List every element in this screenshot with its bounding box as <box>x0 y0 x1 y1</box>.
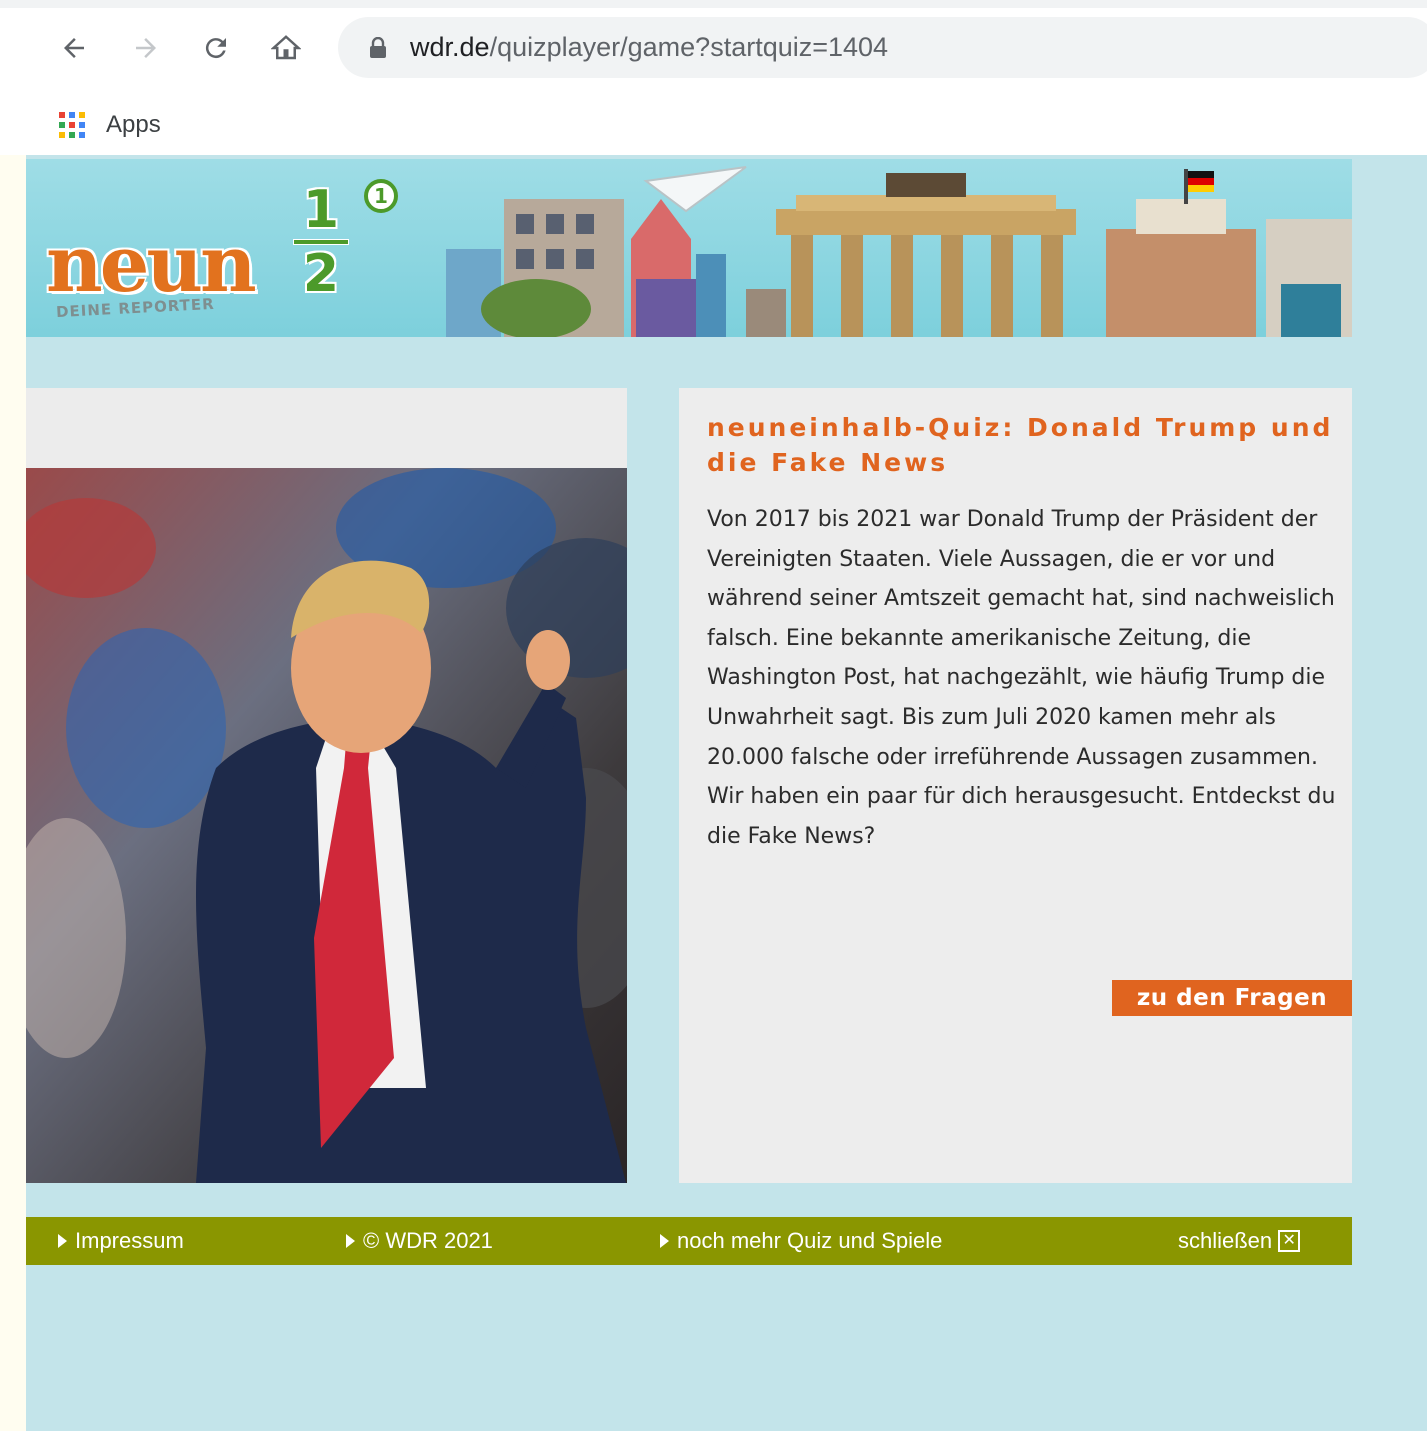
logo-word: neun <box>46 219 257 310</box>
impressum-link[interactable]: Impressum <box>58 1217 184 1265</box>
logo-numerator: 1 <box>302 180 340 240</box>
arrow-right-icon <box>136 38 156 58</box>
more-quizzes-label: noch mehr Quiz und Spiele <box>677 1228 943 1253</box>
quiz-image-panel <box>26 388 627 1183</box>
tab-strip-edge <box>0 0 1427 8</box>
url-path: /quizplayer/game?startquiz=1404 <box>489 32 889 62</box>
url-text: wdr.de/quizplayer/game?startquiz=1404 <box>410 32 888 63</box>
copyright-label: © WDR 2021 <box>363 1228 493 1253</box>
start-quiz-button[interactable]: zu den Fragen <box>1112 980 1352 1016</box>
quiz-info-panel: neuneinhalb-Quiz: Donald Trump und die F… <box>679 388 1352 1183</box>
copyright-link[interactable]: © WDR 2021 <box>346 1217 493 1265</box>
berlin-skyline-illustration <box>446 166 1352 337</box>
footer-bar: Impressum © WDR 2021 noch mehr Quiz und … <box>26 1217 1352 1265</box>
close-link[interactable]: schließen ✕ <box>1178 1217 1301 1265</box>
forward-button[interactable] <box>126 28 166 68</box>
home-button[interactable] <box>266 28 306 68</box>
bookmarks-bar: Apps <box>0 95 1427 155</box>
triangle-right-icon <box>58 1234 67 1248</box>
logo-denominator: 2 <box>302 244 340 304</box>
impressum-label: Impressum <box>75 1228 184 1253</box>
bookmark-apps[interactable]: Apps <box>106 111 161 139</box>
reload-icon <box>205 38 226 59</box>
site-banner: neun 1 2 1 DEINE REPORTER <box>26 159 1352 337</box>
address-bar[interactable]: wdr.de/quizplayer/game?startquiz=1404 <box>338 17 1427 78</box>
ard-logo-icon: 1 <box>364 179 398 213</box>
lock-icon <box>370 36 386 58</box>
close-label: schließen <box>1178 1228 1273 1253</box>
quiz-photo <box>26 468 627 1183</box>
page-content: neun 1 2 1 DEINE REPORTER neuneinhalb-Qu… <box>26 155 1427 1431</box>
apps-grid-icon <box>58 111 86 139</box>
triangle-right-icon <box>660 1234 669 1248</box>
quiz-description: Von 2017 bis 2021 war Donald Trump der P… <box>707 507 1336 849</box>
arrow-left-icon <box>64 38 84 58</box>
close-icon: ✕ <box>1278 1230 1301 1252</box>
triangle-right-icon <box>346 1234 355 1248</box>
home-icon <box>271 35 301 60</box>
site-logo[interactable]: neun 1 2 1 DEINE REPORTER <box>46 177 406 327</box>
browser-toolbar: wdr.de/quizplayer/game?startquiz=1404 <box>0 0 1427 95</box>
back-button[interactable] <box>54 28 94 68</box>
url-host: wdr.de <box>410 32 490 62</box>
logo-fraction: 1 2 <box>286 181 356 303</box>
quiz-title: neuneinhalb-Quiz: Donald Trump und die F… <box>707 413 1334 477</box>
more-quizzes-link[interactable]: noch mehr Quiz und Spiele <box>660 1217 942 1265</box>
reload-button[interactable] <box>196 28 236 68</box>
